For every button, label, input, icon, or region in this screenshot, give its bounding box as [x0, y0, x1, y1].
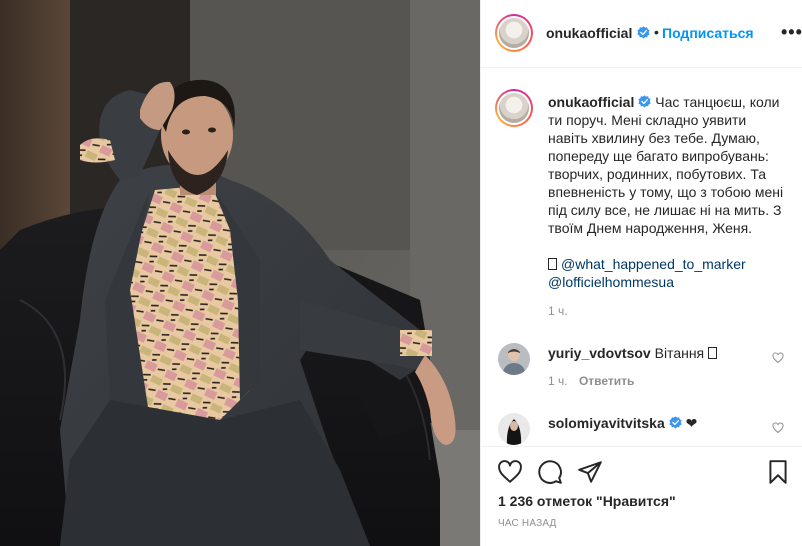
- save-bookmark-icon[interactable]: [765, 459, 791, 485]
- comments-list[interactable]: onukaofficial Час танцюєш, коли ти поруч…: [481, 69, 802, 445]
- caption-avatar[interactable]: [495, 89, 533, 127]
- more-options-icon[interactable]: •••: [781, 22, 802, 43]
- header-separator: •: [654, 24, 659, 40]
- comment-like-icon[interactable]: [772, 352, 784, 364]
- like-heart-icon[interactable]: [497, 459, 523, 485]
- emoji-glyph-icon: [548, 258, 557, 270]
- mention-link[interactable]: @lofficielhommesua: [548, 273, 788, 291]
- likes-count[interactable]: 1 236 отметок "Нравится": [498, 493, 676, 509]
- post-actions: 1 236 отметок "Нравится" ЧАС НАЗАД: [481, 446, 802, 546]
- author-username[interactable]: onukaofficial: [546, 25, 632, 41]
- reply-button[interactable]: Ответить: [579, 374, 634, 388]
- comment-avatar[interactable]: [498, 413, 530, 445]
- caption-text: Час танцюєш, коли ти поруч. Мені складно…: [548, 94, 784, 236]
- post-side-panel: onukaofficial • Подписаться ••• onukaoff…: [480, 0, 802, 546]
- caption-timestamp[interactable]: 1 ч.: [548, 304, 568, 318]
- verified-badge-icon: [638, 95, 652, 108]
- comment-text: Вітання: [654, 345, 705, 361]
- comment-row: solomiyavitvitska ❤: [481, 409, 802, 445]
- comment-username[interactable]: yuriy_vdovtsov: [548, 345, 651, 361]
- comment-timestamp[interactable]: 1 ч.: [548, 374, 568, 388]
- mention-link[interactable]: @what_happened_to_marker: [561, 256, 746, 272]
- comment-text-line: yuriy_vdovtsov Вітання: [548, 344, 768, 362]
- comment-avatar[interactable]: [498, 343, 530, 375]
- comment-text: ❤: [685, 415, 698, 431]
- post-modal: onukaofficial • Подписаться ••• onukaoff…: [0, 0, 802, 546]
- post-photo[interactable]: [0, 0, 480, 546]
- share-direct-icon[interactable]: [577, 459, 603, 485]
- verified-badge-icon: [669, 416, 682, 429]
- comment-username[interactable]: solomiyavitvitska: [548, 415, 665, 431]
- verified-badge-icon: [637, 26, 650, 39]
- author-avatar[interactable]: [495, 14, 533, 52]
- comment-text-line: solomiyavitvitska ❤: [548, 414, 768, 432]
- comment-meta: 1 ч. Ответить: [548, 374, 634, 388]
- post-timestamp[interactable]: ЧАС НАЗАД: [498, 518, 557, 529]
- post-photo-image: [0, 0, 480, 546]
- caption-username[interactable]: onukaofficial: [548, 94, 634, 110]
- post-header: onukaofficial • Подписаться •••: [481, 0, 802, 68]
- comment-bubble-icon[interactable]: [537, 459, 563, 485]
- caption-mention-line: @what_happened_to_marker: [548, 255, 788, 273]
- comment-like-icon[interactable]: [772, 422, 784, 434]
- comment-row: yuriy_vdovtsov Вітання 1 ч. Ответить: [481, 339, 802, 399]
- caption: onukaofficial Час танцюєш, коли ти поруч…: [548, 93, 788, 291]
- follow-button[interactable]: Подписаться: [662, 25, 754, 41]
- emoji-glyph-icon: [708, 347, 718, 359]
